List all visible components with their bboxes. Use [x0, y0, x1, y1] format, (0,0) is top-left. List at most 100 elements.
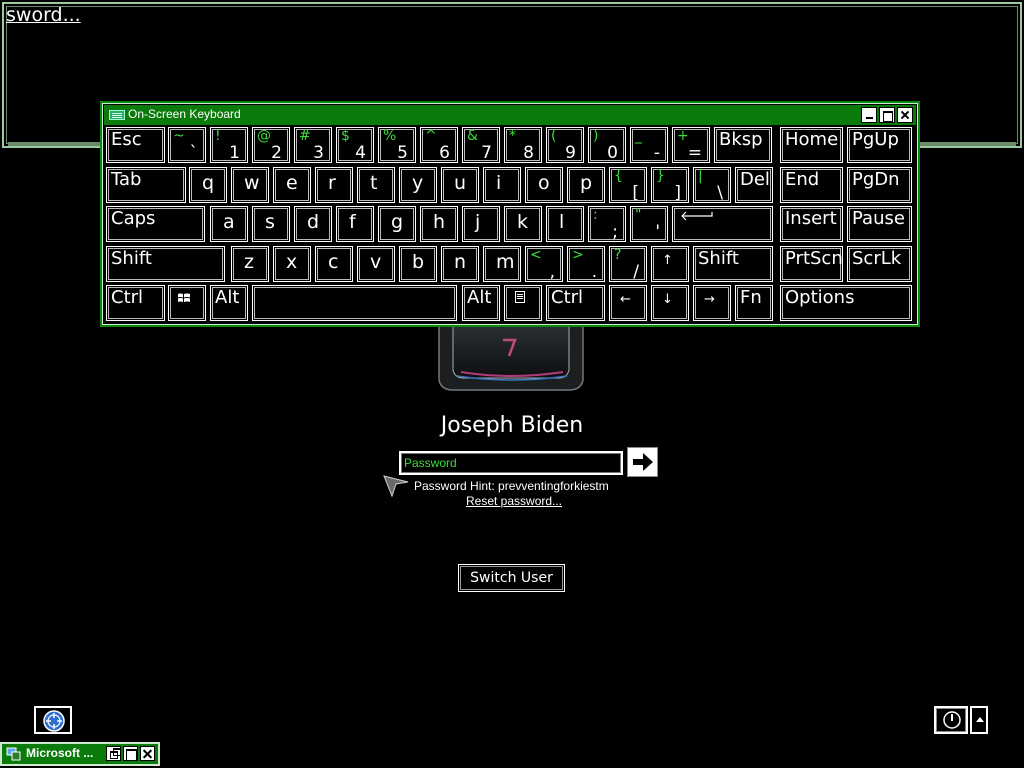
key-v[interactable]: v [357, 246, 395, 282]
key-o[interactable]: o [525, 167, 563, 203]
key-0[interactable]: ) 0 [588, 127, 626, 163]
key-5[interactable]: % 5 [378, 127, 416, 163]
key-end[interactable]: End [780, 167, 843, 203]
minimized-window[interactable]: Microsoft ... [0, 742, 160, 766]
key-esc[interactable]: Esc [106, 127, 165, 163]
key-p[interactable]: p [567, 167, 605, 203]
key-arrow[interactable]: ← [609, 285, 647, 321]
key-label: u [454, 172, 467, 194]
maximize-button[interactable] [123, 746, 138, 761]
key-c[interactable]: c [315, 246, 353, 282]
key-u[interactable]: u [441, 167, 479, 203]
key-shift-label: : [593, 207, 598, 223]
key-alt[interactable]: Alt [462, 285, 500, 321]
key-2[interactable]: @2 [252, 127, 290, 163]
key-space[interactable] [252, 285, 457, 321]
password-box[interactable] [399, 451, 623, 475]
key-r[interactable]: r [315, 167, 353, 203]
key-shift[interactable]: Shift [106, 246, 225, 282]
keyboard-titlebar[interactable]: On-Screen Keyboard [104, 105, 916, 125]
key-insert[interactable]: Insert [780, 206, 843, 242]
key-[[interactable]: {[ [609, 167, 647, 203]
key-fn[interactable]: Fn [735, 285, 773, 321]
submit-arrow-button[interactable] [627, 447, 658, 477]
key-;[interactable]: :; [588, 206, 626, 242]
key-prtscn[interactable]: PrtScn [780, 246, 843, 282]
switch-user-button[interactable]: Switch User [458, 564, 565, 592]
key-arrow[interactable]: → [693, 285, 731, 321]
key-,[interactable]: <, [525, 246, 563, 282]
key-8[interactable]: * 8 [504, 127, 542, 163]
key-.[interactable]: >. [567, 246, 605, 282]
key-a[interactable]: a [210, 206, 248, 242]
key-ctrl[interactable]: Ctrl [106, 285, 165, 321]
key-h[interactable]: h [420, 206, 458, 242]
key-'[interactable]: " ' [630, 206, 668, 242]
key-w[interactable]: w [231, 167, 269, 203]
key-tab[interactable]: Tab [106, 167, 186, 203]
key-ctrl[interactable]: Ctrl [546, 285, 605, 321]
key-windows[interactable] [168, 285, 206, 321]
key-enter[interactable] [672, 206, 773, 242]
key-l[interactable]: l [546, 206, 584, 242]
key-g[interactable]: g [378, 206, 416, 242]
key-shift-label: ^ [425, 128, 437, 144]
key-shift-label: $ [341, 128, 350, 144]
key-pgup[interactable]: PgUp [847, 127, 912, 163]
key-y[interactable]: y [399, 167, 437, 203]
key-/[interactable]: ? / [609, 246, 647, 282]
key-=[interactable]: + = [672, 127, 710, 163]
key-home[interactable]: Home [780, 127, 843, 163]
key-\[interactable]: | \ [693, 167, 731, 203]
key-x[interactable]: x [273, 246, 311, 282]
key-b[interactable]: b [399, 246, 437, 282]
key-e[interactable]: e [273, 167, 311, 203]
key-3[interactable]: #3 [294, 127, 332, 163]
key-7[interactable]: & 7 [462, 127, 500, 163]
key-6[interactable]: ^ 6 [420, 127, 458, 163]
key-shift[interactable]: Shift [693, 246, 773, 282]
ease-of-access-button[interactable] [34, 706, 72, 734]
close-button[interactable] [897, 107, 913, 123]
key-pause[interactable]: Pause [847, 206, 912, 242]
key-k[interactable]: k [504, 206, 542, 242]
key-`[interactable]: ~ ` [168, 127, 206, 163]
key-label: p [580, 172, 593, 194]
key-n[interactable]: n [441, 246, 479, 282]
key-q[interactable]: q [189, 167, 227, 203]
restore-button[interactable] [106, 746, 121, 761]
key-z[interactable]: z [231, 246, 269, 282]
key-label: j [475, 211, 481, 233]
maximize-button[interactable] [879, 107, 895, 123]
key-9[interactable]: (9 [546, 127, 584, 163]
key-f[interactable]: f [336, 206, 374, 242]
key-][interactable]: }] [651, 167, 689, 203]
key-1[interactable]: ! 1 [210, 127, 248, 163]
close-button[interactable] [140, 746, 155, 761]
key-arrow[interactable]: ↓ [651, 285, 689, 321]
key-scrlk[interactable]: ScrLk [847, 246, 912, 282]
reset-password-link[interactable]: Reset password... [466, 494, 562, 508]
password-input[interactable] [404, 454, 618, 472]
key-arrow[interactable]: ↑ [651, 246, 689, 282]
minimize-button[interactable] [861, 107, 877, 123]
key-menu[interactable] [504, 285, 542, 321]
shutdown-options-button[interactable] [970, 706, 988, 734]
key-t[interactable]: t [357, 167, 395, 203]
key-pgdn[interactable]: PgDn [847, 167, 912, 203]
key-j[interactable]: j [462, 206, 500, 242]
key-d[interactable]: d [294, 206, 332, 242]
key-4[interactable]: $4 [336, 127, 374, 163]
key-i[interactable]: i [483, 167, 521, 203]
arrow-right-icon [633, 453, 653, 471]
key-del[interactable]: Del [735, 167, 773, 203]
key--[interactable]: _ - [630, 127, 668, 163]
shutdown-button[interactable] [934, 706, 968, 734]
key-options[interactable]: Options [780, 285, 912, 321]
key-m[interactable]: m [483, 246, 521, 282]
key-caps[interactable]: Caps [106, 206, 205, 242]
key-bksp[interactable]: Bksp [714, 127, 772, 163]
key-s[interactable]: s [252, 206, 290, 242]
key-alt[interactable]: Alt [210, 285, 248, 321]
key-label: x [286, 251, 298, 273]
